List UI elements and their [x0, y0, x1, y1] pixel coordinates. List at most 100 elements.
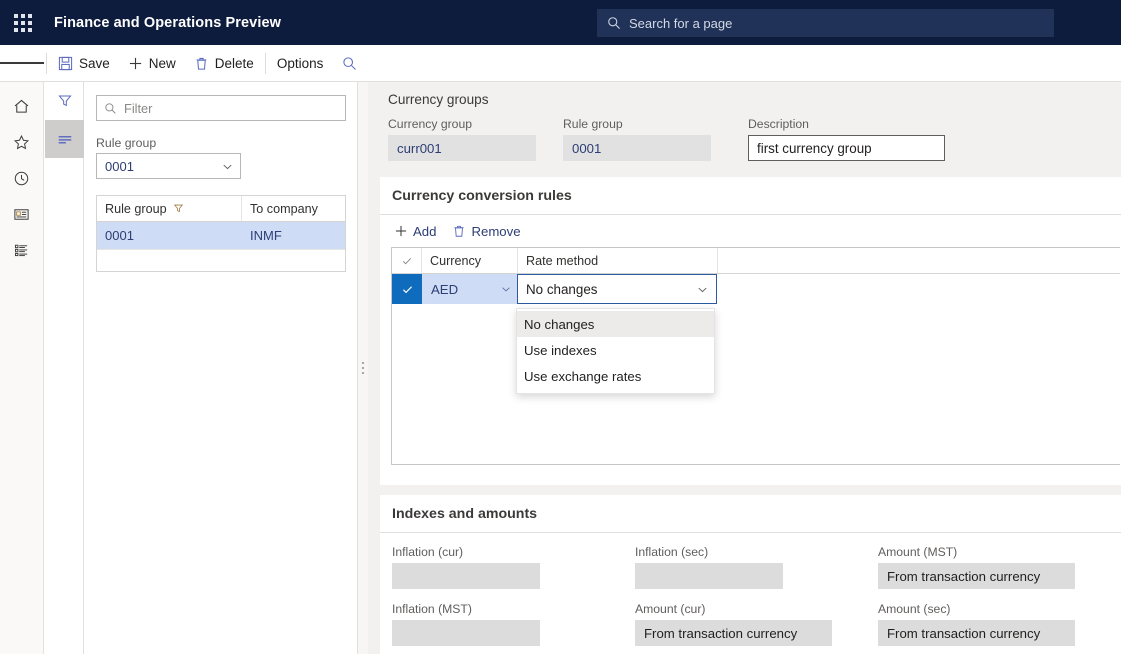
command-bar: Save New Delete Options [0, 45, 1121, 82]
chevron-down-icon [696, 283, 709, 296]
add-button[interactable]: Add [386, 217, 444, 245]
search-icon [607, 16, 621, 30]
search-icon [342, 56, 357, 71]
waffle-icon [13, 13, 32, 32]
nav-pane-tabstrip [45, 82, 84, 654]
column-header-to-company-label: To company [250, 201, 318, 216]
field-inflation-mst: Inflation (MST) [392, 602, 635, 646]
table-row[interactable]: 0001 INMF [97, 222, 345, 249]
row-select-checkbox[interactable] [392, 274, 422, 304]
grid-toolbar: Add Remove [380, 215, 1121, 247]
save-button-label: Save [79, 55, 110, 71]
field-amount-sec-label: Amount (sec) [878, 602, 951, 616]
column-header-to-company[interactable]: To company [242, 196, 345, 221]
field-amount-mst: Amount (MST) From transaction currency [878, 545, 1121, 589]
rule-group-label: Rule group [96, 136, 157, 150]
delete-button-label: Delete [214, 55, 254, 71]
field-amount-mst-label: Amount (MST) [878, 545, 958, 559]
sidebar-item-home[interactable] [0, 88, 44, 124]
cell-currency-value: AED [431, 281, 459, 297]
field-amount-cur: Amount (cur) From transaction currency [635, 602, 878, 646]
conversion-rules-title: Currency conversion rules [380, 177, 1121, 215]
field-amount-sec: Amount (sec) From transaction currency [878, 602, 1121, 646]
search-icon [104, 102, 117, 115]
filter-input[interactable]: Filter [96, 95, 346, 121]
cell-rule-group: 0001 [105, 228, 134, 243]
plus-icon [128, 56, 143, 71]
field-inflation-mst-value[interactable] [392, 620, 540, 646]
sidebar-item-modules[interactable] [0, 232, 44, 268]
command-bar-search-button[interactable] [332, 45, 366, 81]
field-rule-group: Rule group 0001 [563, 117, 728, 161]
field-amount-cur-label: Amount (cur) [635, 602, 706, 616]
rule-group-list-grid: Rule group To company 0001 INMF [96, 195, 346, 272]
cell-rate-method-select[interactable]: No changes [517, 274, 717, 304]
sidebar-item-workspaces[interactable] [0, 196, 44, 232]
trash-icon [452, 224, 466, 238]
indexes-row-1: Inflation (cur) Inflation (sec) Amount (… [392, 545, 1121, 589]
field-description-input[interactable]: first currency group [748, 135, 945, 161]
add-button-label: Add [413, 223, 437, 239]
indexes-and-amounts-title: Indexes and amounts [380, 495, 1121, 533]
hamburger-icon[interactable] [0, 45, 45, 81]
grid-header-row: Currency Rate method [392, 248, 1120, 274]
cell-currency-select[interactable]: AED [422, 274, 518, 304]
cell-rate-method-value: No changes [526, 281, 598, 297]
trash-icon [194, 56, 209, 71]
field-inflation-sec-value[interactable] [635, 563, 783, 589]
field-description: Description first currency group [748, 117, 945, 161]
field-inflation-sec-label: Inflation (sec) [635, 545, 709, 559]
field-inflation-cur: Inflation (cur) [392, 545, 635, 589]
left-navigation-rail [0, 82, 44, 654]
checkmark-icon [401, 283, 414, 296]
tab-list[interactable] [45, 120, 84, 158]
field-inflation-sec: Inflation (sec) [635, 545, 878, 589]
column-header-rule-group[interactable]: Rule group [97, 196, 242, 221]
options-button[interactable]: Options [268, 45, 333, 81]
top-app-bar: Finance and Operations Preview Search fo… [0, 0, 1121, 45]
select-all-checkbox[interactable] [392, 248, 422, 273]
field-currency-group-value[interactable]: curr001 [388, 135, 536, 161]
sidebar-item-recent[interactable] [0, 160, 44, 196]
filter-funnel-icon [57, 93, 73, 109]
table-row[interactable]: AED No changes [392, 274, 1120, 304]
currency-groups-title: Currency groups [388, 92, 489, 107]
plus-icon [394, 224, 408, 238]
star-icon [13, 134, 30, 151]
field-rule-group-label: Rule group [563, 117, 623, 131]
field-amount-cur-value[interactable]: From transaction currency [635, 620, 832, 646]
dropdown-option-use-indexes[interactable]: Use indexes [517, 337, 714, 363]
indexes-and-amounts-panel: Indexes and amounts Inflation (cur) Infl… [380, 495, 1121, 654]
list-lines-icon [56, 132, 74, 146]
options-button-label: Options [276, 55, 324, 71]
cell-to-company: INMF [250, 228, 282, 243]
field-rule-group-value[interactable]: 0001 [563, 135, 711, 161]
currency-conversion-rules-panel: Currency conversion rules Add Remove Cur… [380, 177, 1121, 485]
column-header-currency[interactable]: Currency [422, 248, 518, 273]
new-button[interactable]: New [119, 45, 185, 81]
field-amount-sec-value[interactable]: From transaction currency [878, 620, 1075, 646]
save-button[interactable]: Save [49, 45, 119, 81]
field-amount-mst-value[interactable]: From transaction currency [878, 563, 1075, 589]
filter-pane: Filter Rule group 0001 Rule group To com… [84, 82, 358, 654]
waffle-menu-button[interactable] [0, 0, 45, 45]
remove-button[interactable]: Remove [444, 217, 528, 245]
sidebar-item-favorites[interactable] [0, 124, 44, 160]
list-grid-empty-row [97, 249, 345, 271]
filter-input-placeholder: Filter [124, 100, 153, 116]
indexes-row-spacer [392, 589, 1121, 602]
modules-list-icon [13, 242, 30, 259]
delete-button[interactable]: Delete [185, 45, 263, 81]
field-inflation-mst-label: Inflation (MST) [392, 602, 472, 616]
global-search-input[interactable]: Search for a page [597, 9, 1054, 37]
rule-group-select[interactable]: 0001 [96, 153, 241, 179]
dropdown-option-use-exchange-rates[interactable]: Use exchange rates [517, 363, 714, 389]
tab-filter[interactable] [45, 82, 84, 120]
pane-splitter[interactable] [358, 82, 368, 654]
save-icon [58, 56, 73, 71]
dropdown-option-no-changes[interactable]: No changes [517, 311, 714, 337]
global-search-placeholder: Search for a page [629, 15, 733, 31]
chevron-down-icon [221, 160, 234, 173]
field-inflation-cur-value[interactable] [392, 563, 540, 589]
column-header-rate-method[interactable]: Rate method [518, 248, 718, 273]
